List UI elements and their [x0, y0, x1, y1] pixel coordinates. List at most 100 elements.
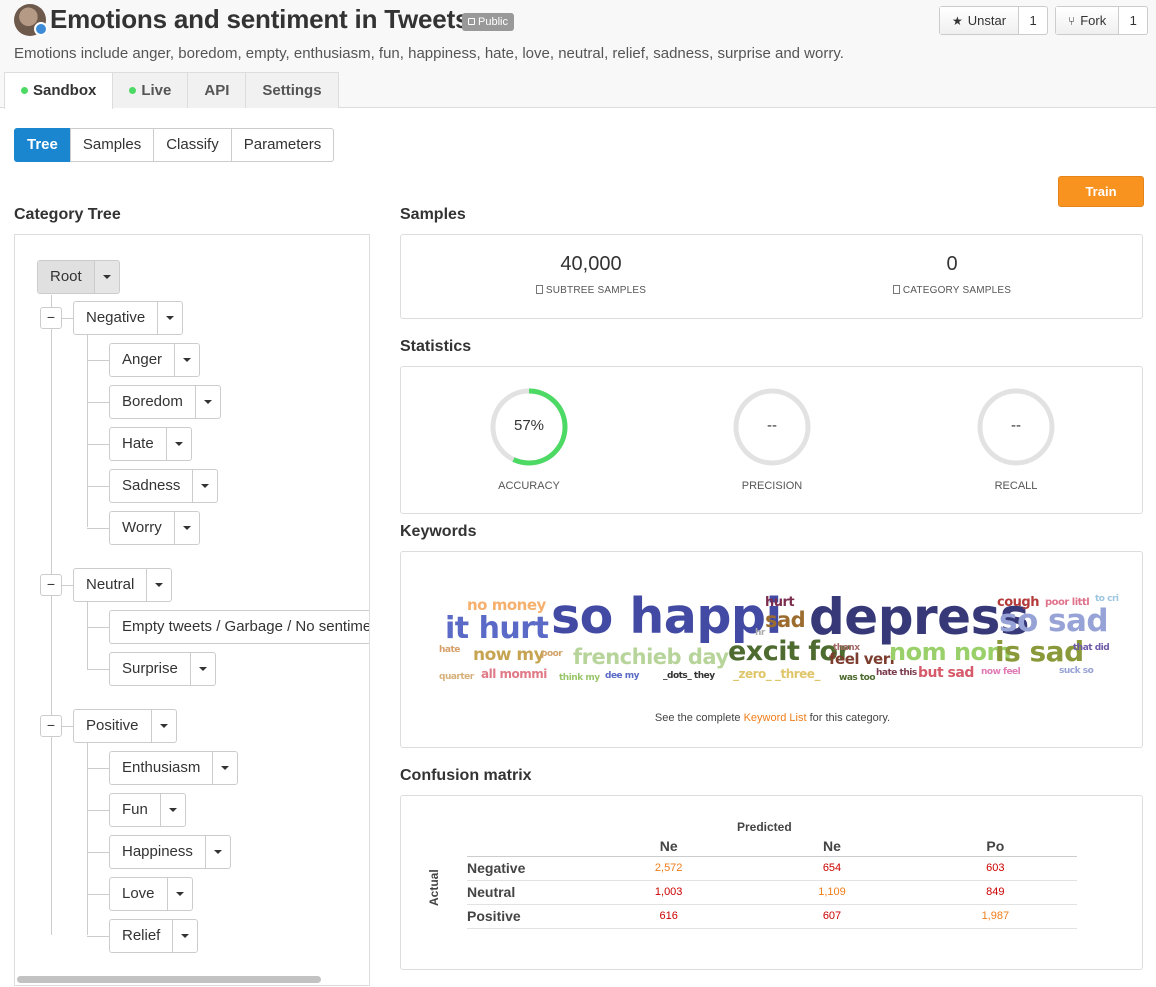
tree-node-relief[interactable]: Relief	[109, 919, 199, 953]
keyword-word[interactable]: hate	[439, 646, 460, 655]
matrix-cell: 616	[587, 904, 751, 929]
confusion-matrix-table: Ne Ne Po Negative 2,572 654 603 Neutral …	[467, 836, 1077, 929]
chevron-down-icon[interactable]	[191, 653, 215, 685]
keyword-word[interactable]: nom nom	[889, 640, 1012, 664]
column-header: Po	[913, 836, 1077, 857]
keyword-word[interactable]: poor	[541, 650, 563, 659]
tree-node-fun[interactable]: Fun	[109, 793, 186, 827]
tree-node-love[interactable]: Love	[109, 877, 193, 911]
tree-node-worry[interactable]: Worry	[109, 511, 200, 545]
keyword-word[interactable]: hate this	[876, 669, 917, 678]
keyword-word[interactable]: frenchieb day	[573, 647, 729, 668]
fork-label: Fork	[1080, 13, 1107, 28]
category-samples-value: 0	[946, 253, 958, 275]
precision-gauge: --	[732, 387, 812, 467]
chevron-down-icon[interactable]	[206, 836, 230, 868]
tree-node-label: Love	[110, 878, 168, 910]
matrix-cell: 607	[750, 904, 914, 929]
precision-label: PRECISION	[741, 480, 803, 492]
org-badge-icon	[34, 22, 48, 36]
keyword-word[interactable]: sad	[765, 610, 806, 631]
chevron-down-icon[interactable]	[173, 920, 197, 952]
tab-label: Live	[141, 82, 172, 99]
keyword-word[interactable]: suck so	[1059, 667, 1094, 676]
keyword-word[interactable]: is sad	[995, 638, 1084, 666]
accuracy-gauge: 57%	[489, 387, 569, 467]
chevron-down-icon[interactable]	[167, 428, 191, 460]
tree-node-boredom[interactable]: Boredom	[109, 385, 221, 419]
keyword-word[interactable]: _zero_ _three_	[733, 668, 820, 680]
recall-gauge: --	[976, 387, 1056, 467]
tab-settings[interactable]: Settings	[245, 72, 339, 108]
table-row: Negative 2,572 654 603	[467, 856, 1077, 881]
tree-node-neutral[interactable]: Neutral	[73, 568, 173, 602]
chevron-down-icon[interactable]	[95, 261, 119, 293]
table-row: Neutral 1,003 1,109 849	[467, 880, 1077, 905]
chevron-down-icon[interactable]	[196, 386, 220, 418]
tree-node-label: Surprise	[110, 653, 191, 685]
tree-node-sadness[interactable]: Sadness	[109, 469, 219, 503]
keyword-word[interactable]: was too	[839, 674, 876, 683]
tab-live[interactable]: Live	[112, 72, 189, 108]
keyword-word[interactable]: dee my	[605, 672, 640, 681]
keyword-word[interactable]: that did	[1073, 644, 1110, 653]
matrix-cell: 654	[750, 856, 914, 881]
subnav-samples[interactable]: Samples	[69, 128, 155, 162]
keyword-word[interactable]: now my	[473, 647, 545, 664]
fork-count[interactable]: 1	[1119, 7, 1147, 34]
tree-node-positive[interactable]: Positive	[73, 709, 177, 743]
train-button[interactable]: Train	[1058, 176, 1144, 207]
chevron-down-icon[interactable]	[193, 470, 217, 502]
keyword-word[interactable]: so sad	[999, 606, 1109, 637]
keyword-word[interactable]: quarter	[439, 673, 474, 682]
chevron-down-icon[interactable]	[158, 302, 182, 334]
unstar-button[interactable]: ★ Unstar	[940, 7, 1020, 34]
tree-node-label: Positive	[74, 710, 152, 742]
tree-connector	[87, 894, 109, 895]
chevron-down-icon[interactable]	[213, 752, 237, 784]
keyword-word[interactable]: it hurt	[445, 614, 549, 644]
chevron-down-icon[interactable]	[175, 344, 199, 376]
collapse-toggle-positive[interactable]: −	[40, 715, 62, 737]
tree-node-hate[interactable]: Hate	[109, 427, 192, 461]
chevron-down-icon[interactable]	[152, 710, 176, 742]
subtree-samples-label-text: SUBTREE SAMPLES	[545, 285, 647, 296]
subnav-parameters[interactable]: Parameters	[230, 128, 335, 162]
chevron-down-icon[interactable]	[175, 512, 199, 544]
tree-node-empty-tweets[interactable]: Empty tweets / Garbage / No sentimen	[109, 610, 369, 644]
subnav-tree[interactable]: Tree	[14, 128, 71, 162]
chevron-down-icon[interactable]	[147, 569, 171, 601]
chevron-down-icon[interactable]	[168, 878, 192, 910]
tree-connector	[87, 444, 109, 445]
statistics-panel: 57% ACCURACY -- PRECISION -- RECALL	[400, 366, 1143, 514]
fork-button[interactable]: ⑂ Fork	[1056, 7, 1120, 34]
sandbox-subnav: Tree Samples Classify Parameters	[14, 128, 335, 162]
keyword-word[interactable]: think my	[559, 674, 600, 683]
keyword-word[interactable]: _dots_ they	[663, 672, 715, 681]
tab-api[interactable]: API	[187, 72, 247, 108]
tree-connector	[87, 743, 88, 935]
keyword-word[interactable]: so happi	[551, 592, 782, 641]
subnav-classify[interactable]: Classify	[153, 128, 232, 162]
tree-node-enthusiasm[interactable]: Enthusiasm	[109, 751, 239, 785]
chevron-down-icon[interactable]	[161, 794, 185, 826]
tree-horizontal-scrollbar[interactable]	[17, 976, 321, 983]
table-header-row: Ne Ne Po	[467, 836, 1077, 857]
star-count[interactable]: 1	[1019, 7, 1047, 34]
document-icon	[892, 285, 900, 294]
keyword-word[interactable]: feel veri	[829, 652, 895, 667]
collapse-toggle-negative[interactable]: −	[40, 307, 62, 329]
tab-sandbox[interactable]: Sandbox	[4, 72, 114, 109]
tree-connector	[87, 768, 109, 769]
tree-node-negative[interactable]: Negative	[73, 301, 184, 335]
tree-node-happiness[interactable]: Happiness	[109, 835, 231, 869]
collapse-toggle-neutral[interactable]: −	[40, 574, 62, 596]
tree-node-anger[interactable]: Anger	[109, 343, 201, 377]
tree-node-surprise[interactable]: Surprise	[109, 652, 216, 686]
keyword-list-link[interactable]: Keyword List	[744, 712, 807, 724]
keyword-footer-text: See the complete	[654, 712, 744, 724]
tree-node-root[interactable]: Root	[37, 260, 120, 294]
keyword-word[interactable]: but sad	[918, 666, 974, 680]
keyword-word[interactable]: all mommi	[481, 668, 547, 680]
keyword-word[interactable]: now feel	[981, 668, 1021, 677]
